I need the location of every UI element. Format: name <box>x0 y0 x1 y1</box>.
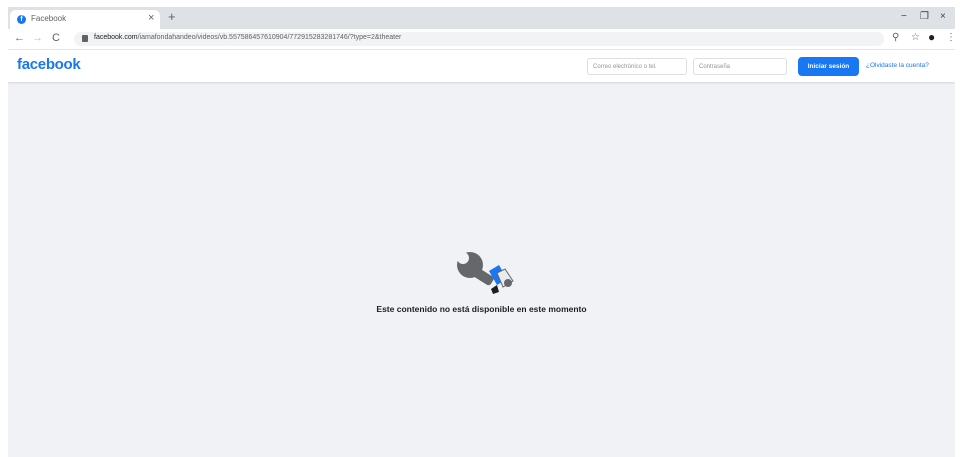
close-window-icon[interactable]: × <box>940 11 946 22</box>
forward-icon[interactable]: → <box>32 32 43 44</box>
browser-window: f Facebook × + − ❐ × ← → C facebook.com/… <box>8 7 955 457</box>
profile-icon[interactable]: ● <box>928 30 935 44</box>
url-text: facebook.com/iamafondahandeo/videos/vb.5… <box>94 34 402 41</box>
tab-title: Facebook <box>31 14 67 23</box>
forgot-account-link[interactable]: ¿Olvidaste la cuenta? <box>866 62 929 69</box>
password-field[interactable]: Contraseña <box>693 58 787 75</box>
facebook-favicon-icon: f <box>17 15 26 24</box>
email-field[interactable]: Correo electrónico o tel. <box>587 58 687 75</box>
restore-icon[interactable]: ❐ <box>920 11 929 22</box>
facebook-logo[interactable]: facebook <box>17 56 81 73</box>
unavailable-message: Este contenido no está disponible en est… <box>376 304 587 314</box>
lock-icon <box>82 35 88 42</box>
facebook-header: facebook Correo electrónico o tel. Contr… <box>8 50 955 82</box>
tab-strip: f Facebook × + − ❐ × <box>8 7 955 29</box>
new-tab-button[interactable]: + <box>168 9 176 24</box>
minimize-icon[interactable]: − <box>901 11 907 22</box>
reload-icon[interactable]: C <box>52 32 60 44</box>
star-icon[interactable]: ☆ <box>911 32 920 43</box>
broken-wrench-icon <box>457 252 514 294</box>
zoom-icon[interactable]: ⚲ <box>892 32 899 43</box>
address-bar[interactable]: facebook.com/iamafondahandeo/videos/vb.5… <box>74 32 884 46</box>
browser-toolbar: ← → C facebook.com/iamafondahandeo/video… <box>8 29 955 50</box>
back-icon[interactable]: ← <box>14 32 25 44</box>
login-button[interactable]: Iniciar sesión <box>798 57 859 76</box>
tab-close-icon[interactable]: × <box>148 12 154 24</box>
menu-icon[interactable]: ⋮ <box>946 32 955 43</box>
browser-tab[interactable]: f Facebook × <box>10 10 160 29</box>
